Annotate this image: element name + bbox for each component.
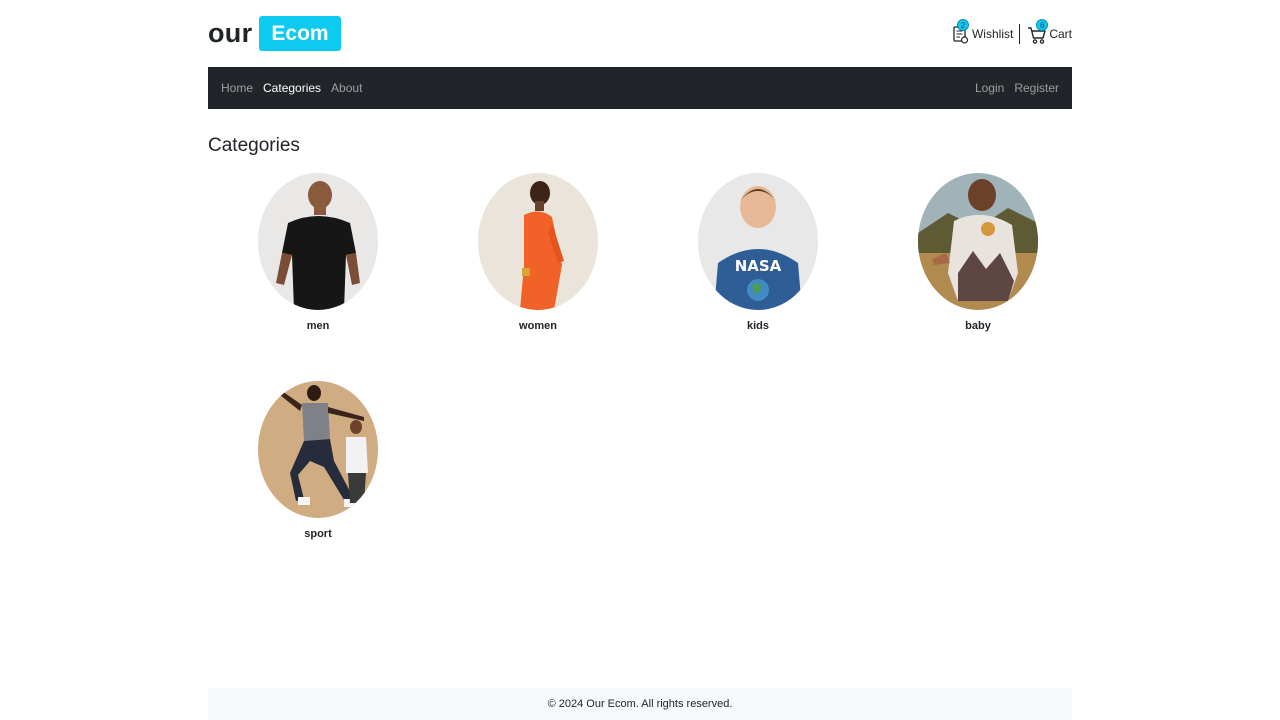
category-image-men xyxy=(258,173,378,310)
nav-login[interactable]: Login xyxy=(975,81,1009,95)
wishlist-count-badge: 2 xyxy=(956,19,969,31)
category-image-sport xyxy=(258,381,378,518)
nav-about[interactable]: About xyxy=(326,81,367,95)
nav-right: Login Register xyxy=(975,81,1059,95)
nav-register[interactable]: Register xyxy=(1009,81,1059,95)
cart-link[interactable]: 6 Cart xyxy=(1027,19,1072,45)
category-image-baby xyxy=(918,173,1038,310)
svg-text:NASA: NASA xyxy=(735,257,782,275)
nav-categories[interactable]: Categories xyxy=(258,81,326,95)
brand-logo[interactable]: our Ecom xyxy=(208,16,341,51)
category-name-baby: baby xyxy=(965,320,991,332)
category-image-women xyxy=(478,173,598,310)
site-footer: © 2024 Our Ecom. All rights reserved. xyxy=(208,688,1072,720)
header-actions: 2 Wishlist 6 Cart xyxy=(952,14,1072,54)
category-card-sport[interactable]: sport xyxy=(208,381,428,589)
category-grid: men women NASA kids baby sport xyxy=(208,173,1088,589)
category-name-kids: kids xyxy=(746,320,769,332)
category-name-sport: sport xyxy=(304,528,332,540)
category-name-women: women xyxy=(519,320,557,332)
page-title: Categories xyxy=(208,135,300,156)
category-name-men: men xyxy=(306,320,330,332)
category-image-kids: NASA xyxy=(698,173,818,310)
brand-prefix: our xyxy=(208,18,253,48)
nav-left: Home Categories About xyxy=(221,81,367,95)
cart-label: Cart xyxy=(1049,27,1072,41)
main-content: Categories men women NASA kids baby spor… xyxy=(208,130,1072,670)
nav-home[interactable]: Home xyxy=(221,81,258,95)
main-navbar: Home Categories About Login Register xyxy=(208,67,1072,109)
wishlist-link[interactable]: 2 Wishlist xyxy=(952,19,1014,45)
category-card-men[interactable]: men xyxy=(208,173,428,381)
category-card-baby[interactable]: baby xyxy=(868,173,1088,381)
site-header: our Ecom 2 Wishlist 6 Cart xyxy=(208,0,1072,67)
wishlist-label: Wishlist xyxy=(971,27,1014,41)
category-card-kids[interactable]: NASA kids xyxy=(648,173,868,381)
brand-badge: Ecom xyxy=(259,16,341,51)
category-card-women[interactable]: women xyxy=(428,173,648,381)
footer-copyright: © 2024 Our Ecom. All rights reserved. xyxy=(547,698,733,710)
header-divider xyxy=(1019,24,1021,44)
